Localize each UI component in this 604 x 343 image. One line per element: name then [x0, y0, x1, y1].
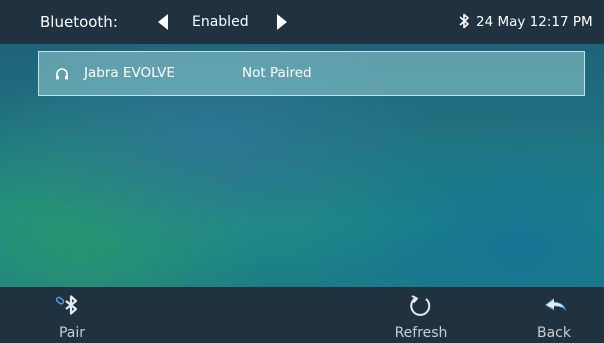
date-time: 24 May 12:17 PM: [476, 14, 593, 30]
back-button[interactable]: Back: [524, 287, 584, 343]
device-name: Jabra EVOLVE: [84, 65, 175, 81]
bluetooth-screen: Bluetooth: Enabled 24 May 12:17 PM Jabra…: [0, 0, 604, 343]
back-label: Back: [537, 325, 571, 341]
refresh-button[interactable]: Refresh: [385, 287, 457, 343]
previous-option-arrow-icon[interactable]: [158, 14, 168, 30]
pair-label: Pair: [58, 325, 86, 341]
pair-button[interactable]: Pair: [42, 287, 102, 343]
headset-icon: [56, 68, 68, 80]
bluetooth-icon: [459, 13, 469, 29]
pair-bluetooth-icon: [55, 295, 78, 315]
setting-value[interactable]: Enabled: [192, 0, 249, 44]
refresh-label: Refresh: [394, 325, 448, 341]
next-option-arrow-icon[interactable]: [277, 14, 287, 30]
softkey-bar: Pair Refresh Back: [0, 287, 604, 343]
setting-label: Bluetooth:: [40, 13, 118, 31]
status-area: 24 May 12:17 PM: [458, 0, 593, 44]
device-pair-status: Not Paired: [242, 65, 312, 81]
back-arrow-icon: [545, 298, 566, 311]
device-list-item[interactable]: Jabra EVOLVE Not Paired: [38, 51, 585, 96]
refresh-icon: [410, 295, 431, 316]
header-bar: Bluetooth: Enabled 24 May 12:17 PM: [0, 0, 604, 44]
